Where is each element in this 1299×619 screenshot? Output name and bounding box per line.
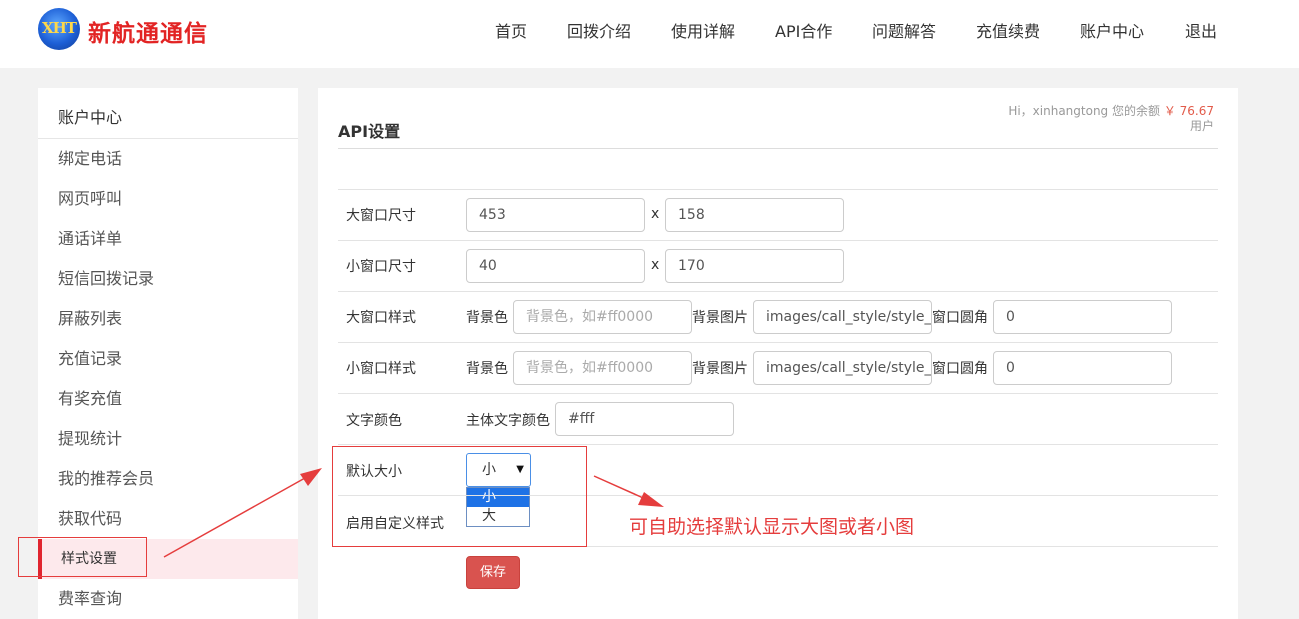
arrow-to-form-icon	[163, 468, 322, 558]
arrow-from-text-icon	[593, 475, 664, 507]
annotation-arrows	[163, 468, 664, 558]
